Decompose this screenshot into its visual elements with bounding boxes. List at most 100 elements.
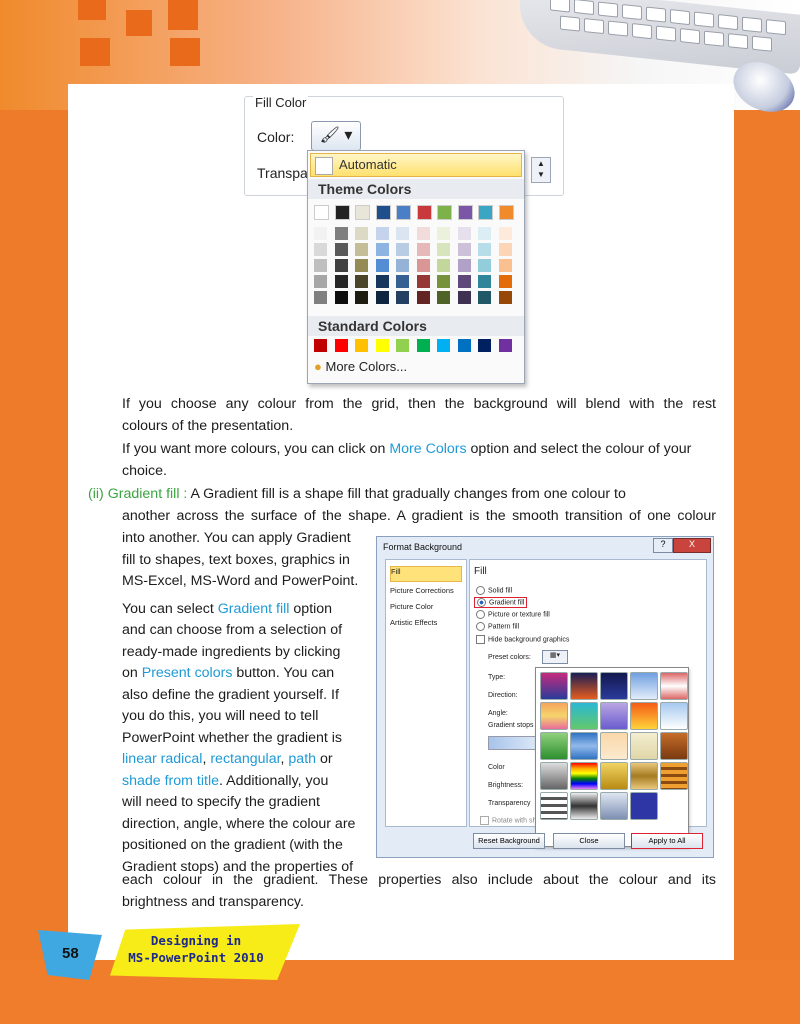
color-picker-button[interactable]: 🖌 ▾ [311,121,361,151]
gradient-swatch[interactable] [570,732,598,760]
help-button[interactable]: ? [653,538,673,553]
nav-picture-color[interactable]: Picture Color [390,602,433,611]
color-swatch[interactable] [478,291,491,304]
gradient-swatch[interactable] [630,702,658,730]
gradient-fill-radio[interactable]: Gradient fill [474,597,528,608]
color-swatch[interactable] [334,227,348,240]
color-swatch[interactable] [457,291,471,304]
color-swatch[interactable] [457,227,471,240]
color-swatch[interactable] [457,275,471,288]
color-swatch[interactable] [498,227,512,240]
color-swatch[interactable] [437,339,450,352]
color-swatch[interactable] [355,259,368,272]
pattern-fill-radio[interactable]: Pattern fill [476,622,519,631]
color-swatch[interactable] [334,339,348,352]
color-swatch[interactable] [416,275,430,288]
color-swatch[interactable] [498,243,512,256]
color-swatch[interactable] [314,275,327,288]
gradient-swatch[interactable] [540,732,568,760]
color-swatch[interactable] [498,275,512,288]
color-swatch[interactable] [334,243,348,256]
color-swatch[interactable] [396,205,411,220]
color-swatch[interactable] [334,259,348,272]
color-swatch[interactable] [498,205,514,220]
color-swatch[interactable] [396,243,409,256]
solid-fill-radio[interactable]: Solid fill [476,586,512,595]
gradient-swatch[interactable] [600,792,628,820]
color-swatch[interactable] [355,205,370,220]
color-swatch[interactable] [334,291,348,304]
color-swatch[interactable] [355,243,368,256]
color-swatch[interactable] [416,259,430,272]
color-swatch[interactable] [314,291,327,304]
gradient-swatch[interactable] [600,732,628,760]
nav-artistic-effects[interactable]: Artistic Effects [390,618,437,627]
gradient-swatch[interactable] [660,762,688,790]
nav-picture-corrections[interactable]: Picture Corrections [390,586,454,595]
color-swatch[interactable] [478,227,491,240]
color-swatch[interactable] [437,259,450,272]
color-swatch[interactable] [355,227,368,240]
color-swatch[interactable] [437,205,452,220]
color-swatch[interactable] [478,243,491,256]
color-swatch[interactable] [375,275,389,288]
color-swatch[interactable] [457,259,471,272]
gradient-swatch[interactable] [540,702,568,730]
apply-to-all-button[interactable]: Apply to All [631,833,703,849]
preset-colors-button[interactable]: ▦▾ [542,650,568,664]
color-swatch[interactable] [355,275,368,288]
nav-fill[interactable]: Fill [390,566,462,582]
gradient-swatch[interactable] [600,762,628,790]
color-swatch[interactable] [375,339,389,352]
color-swatch[interactable] [375,291,389,304]
color-swatch[interactable] [498,259,512,272]
color-swatch[interactable] [478,205,493,220]
color-swatch[interactable] [396,339,409,352]
color-swatch[interactable] [355,339,368,352]
hide-bg-checkbox[interactable]: Hide background graphics [476,635,569,644]
automatic-color-option[interactable]: Automatic [310,153,522,177]
color-swatch[interactable] [355,291,368,304]
color-swatch[interactable] [375,205,391,220]
gradient-swatch[interactable] [630,732,658,760]
gradient-swatch[interactable] [570,792,598,820]
color-swatch[interactable] [334,205,350,220]
color-swatch[interactable] [314,227,327,240]
color-swatch[interactable] [314,243,327,256]
color-swatch[interactable] [478,275,491,288]
gradient-stops-bar[interactable] [488,736,538,750]
picture-fill-radio[interactable]: Picture or texture fill [476,610,550,619]
color-swatch[interactable] [478,339,491,352]
gradient-swatch[interactable] [630,672,658,700]
color-swatch[interactable] [457,243,471,256]
color-swatch[interactable] [416,339,430,352]
color-swatch[interactable] [498,291,512,304]
gradient-swatch[interactable] [570,762,598,790]
reset-background-button[interactable]: Reset Background [473,833,545,849]
color-swatch[interactable] [457,339,471,352]
transparency-spinner[interactable]: ▲ ▼ [531,157,551,183]
color-swatch[interactable] [375,243,389,256]
gradient-swatch[interactable] [660,732,688,760]
color-swatch[interactable] [375,259,389,272]
gradient-swatch[interactable] [630,762,658,790]
color-swatch[interactable] [375,227,389,240]
gradient-swatch[interactable] [540,792,568,820]
gradient-swatch[interactable] [660,672,688,700]
gradient-swatch[interactable] [600,702,628,730]
more-colors-option[interactable]: ● More Colors... [314,359,407,374]
color-swatch[interactable] [416,291,430,304]
color-swatch[interactable] [437,275,450,288]
gradient-swatch[interactable] [630,792,658,820]
color-swatch[interactable] [416,243,430,256]
color-swatch[interactable] [478,259,491,272]
close-icon[interactable]: X [673,538,711,553]
color-swatch[interactable] [396,227,409,240]
color-swatch[interactable] [437,227,450,240]
gradient-swatch[interactable] [540,762,568,790]
gradient-swatch[interactable] [570,672,598,700]
color-swatch[interactable] [437,243,450,256]
color-swatch[interactable] [314,259,327,272]
color-swatch[interactable] [396,275,409,288]
color-swatch[interactable] [314,339,327,352]
